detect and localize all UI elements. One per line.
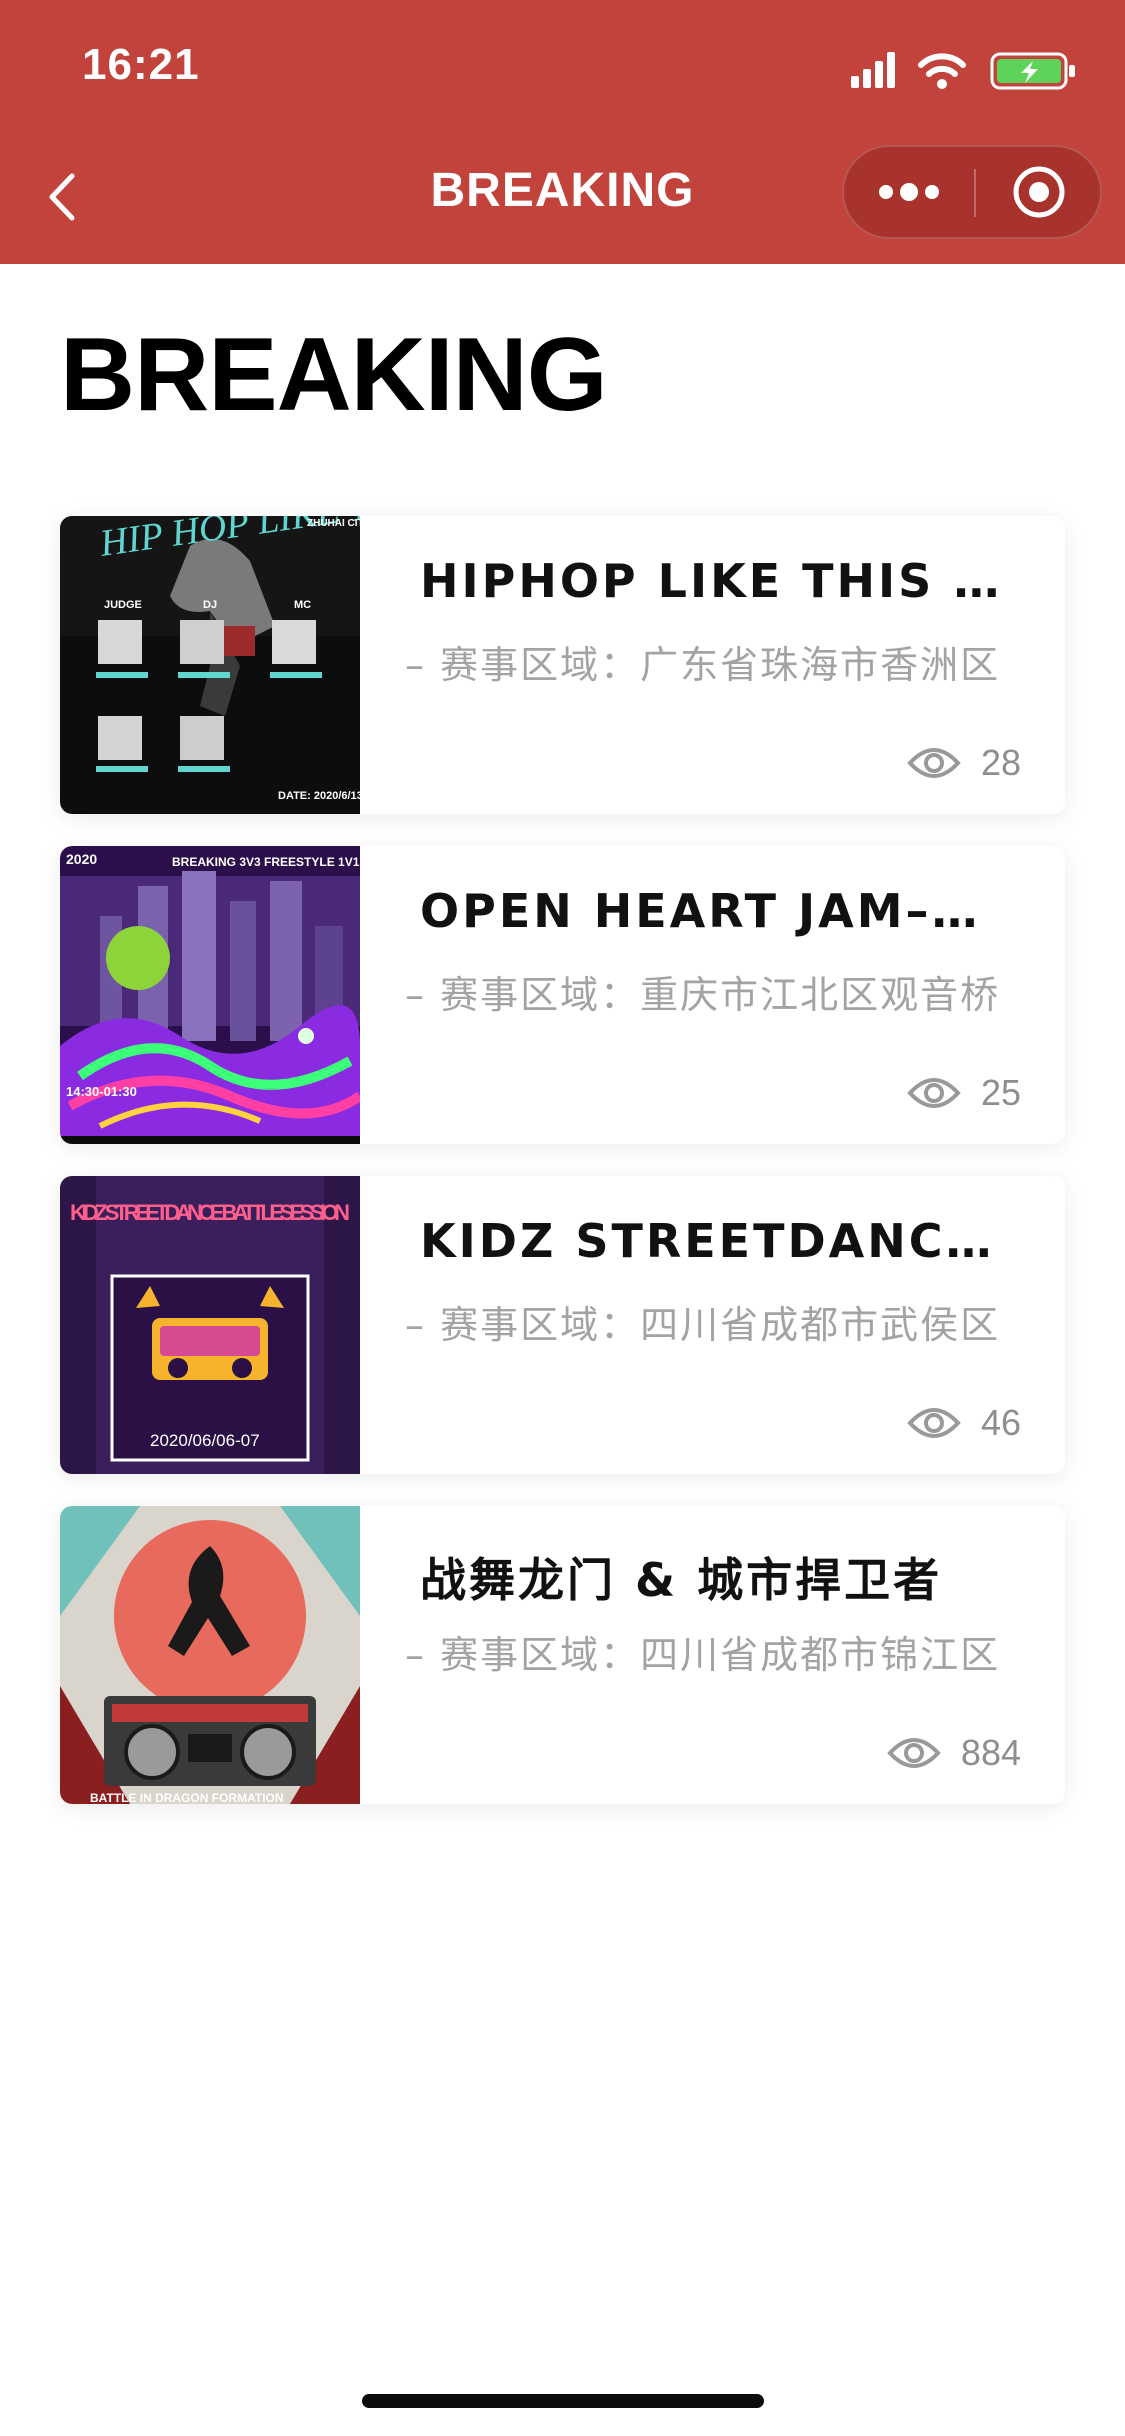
event-title: KIDZ STREETDANCE BATTLESESSION [420, 1214, 1000, 1268]
home-indicator[interactable] [362, 2394, 764, 2408]
app-root: 16:21 BREAKING BREAKING ZHUHAI CI JUDGE … [0, 0, 1125, 2436]
event-title: OPEN HEART JAM–2020 [420, 884, 1000, 938]
status-icons [851, 52, 1075, 90]
view-count: 28 [980, 742, 1021, 783]
svg-text:BREAKING 3V3 FREESTYLE 1V1: BREAKING 3V3 FREESTYLE 1V1 [172, 855, 360, 869]
event-region: – 赛事区域：四川省成都市锦江区 [405, 1633, 1001, 1677]
svg-text:DATE: 2020/6/13: DATE: 2020/6/13 [278, 790, 360, 802]
event-views: 884 [887, 1728, 1021, 1778]
event-card[interactable]: 2020 BREAKING 3V3 FREESTYLE 1V1 14:30-01… [60, 846, 1065, 1144]
view-count: 884 [960, 1732, 1021, 1773]
event-card[interactable]: HIP HOP LIKE THIS VOL.1 ZHUHAI CITY JUDG… [60, 516, 1065, 814]
svg-text:14:30-01:30: 14:30-01:30 [66, 1084, 137, 1099]
page-title: BREAKING [60, 317, 608, 433]
eye-icon [907, 1078, 961, 1108]
eye-icon [887, 1738, 941, 1768]
event-card[interactable]: BATTLE IN DRAGON FORMATION 战舞龙门 & 城市捍卫者 … [60, 1506, 1065, 1804]
event-region: – 赛事区域：广东省珠海市香洲区 [405, 643, 1001, 687]
event-thumbnail: 2020 BREAKING 3V3 FREESTYLE 1V1 14:30-01… [60, 846, 360, 1144]
event-thumbnail: HIP HOP LIKE THIS VOL.1 ZHUHAI CITY JUDG… [60, 516, 360, 814]
battery-charging-icon [990, 52, 1075, 90]
eye-icon [907, 748, 961, 778]
open-heart-jam-poster: 2020 BREAKING 3V3 FREESTYLE 1V1 14:30-01… [60, 846, 360, 1144]
svg-text:BATTLE IN DRAGON FORMATION: BATTLE IN DRAGON FORMATION [90, 1791, 284, 1804]
event-region: – 赛事区域：重庆市江北区观音桥 [405, 973, 1001, 1017]
svg-text:2020/06/06-07: 2020/06/06-07 [150, 1431, 260, 1450]
nav-header: 16:21 BREAKING [0, 0, 1125, 264]
svg-text:ZHUHAI CITY: ZHUHAI CITY [307, 518, 360, 529]
event-title: HIPHOP LIKE THIS VOL.1 [420, 554, 1000, 608]
wifi-icon [918, 53, 966, 89]
event-region: – 赛事区域：四川省成都市武侯区 [405, 1303, 1001, 1347]
signal-icon [851, 52, 895, 88]
svg-text:JUDGE: JUDGE [104, 599, 142, 611]
event-views: 25 [907, 1068, 1021, 1118]
view-count: 46 [980, 1402, 1021, 1443]
more-dots-icon[interactable] [844, 147, 974, 237]
svg-text:MC: MC [294, 599, 311, 611]
event-thumbnail: BATTLE IN DRAGON FORMATION [60, 1506, 360, 1804]
kidz-streetdance-poster: KIDZ STREETDANCE BATTLESESSION 2020/06/0… [60, 1176, 360, 1474]
event-title: 战舞龙门 & 城市捍卫者 [420, 1553, 943, 1607]
close-target-icon[interactable] [976, 147, 1102, 237]
hiphop-like-this-poster: HIP HOP LIKE THIS VOL.1 ZHUHAI CITY JUDG… [60, 516, 360, 814]
event-thumbnail: KIDZ STREETDANCE BATTLESESSION 2020/06/0… [60, 1176, 360, 1474]
battle-dragon-poster: BATTLE IN DRAGON FORMATION [60, 1506, 360, 1804]
view-count: 25 [980, 1072, 1021, 1113]
event-card[interactable]: KIDZ STREETDANCE BATTLESESSION 2020/06/0… [60, 1176, 1065, 1474]
event-views: 46 [907, 1398, 1021, 1448]
mini-program-capsule [842, 145, 1102, 239]
event-views: 28 [907, 738, 1021, 788]
svg-text:2020: 2020 [66, 851, 97, 867]
event-list: HIP HOP LIKE THIS VOL.1 ZHUHAI CITY JUDG… [60, 516, 1065, 1836]
eye-icon [907, 1408, 961, 1438]
svg-text:KIDZ STREETDANCE BATTLESESSION: KIDZ STREETDANCE BATTLESESSION [70, 1200, 350, 1225]
svg-text:DJ: DJ [203, 599, 217, 611]
status-time: 16:21 [82, 40, 200, 89]
